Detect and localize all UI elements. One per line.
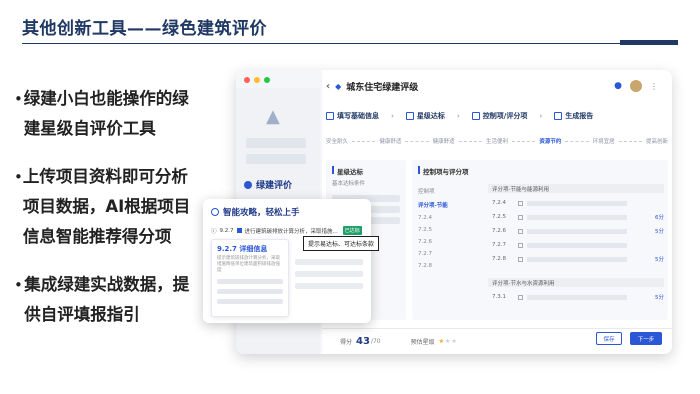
detail-card: 9.2.7 详细信息 提示建筑碳排放计算分析，采取措施降低单位建筑面积碳排放强度 <box>211 239 289 317</box>
title-underline <box>22 43 678 44</box>
step-tabs: 填写基础信息 › 星级达标 › 控制项/评分项 › 生成报告 <box>326 108 668 124</box>
category-progress: 安全耐久 健康舒适 健康舒适 生活便利 资源节约 环境宜居 提高创新 <box>326 139 668 145</box>
green-eval-icon <box>244 180 252 189</box>
topbar: ‹ ◆ 城东住宅绿建评级 <box>326 80 418 93</box>
window-controls <box>244 77 270 83</box>
bullet-item: • 绿建小白也能操作的绿建星级自评价工具 <box>14 89 189 138</box>
bullet-item: • 集成绿建实战数据，提供自评填报指引 <box>14 275 190 324</box>
smart-guide-popup: 智能攻略，轻松上手 ⓘ 9.2.7 进行建筑碳排放计算分析，采取措施... 已达… <box>203 199 380 323</box>
back-icon[interactable]: ‹ <box>326 81 330 92</box>
bullet-item: • 上传项目资料即可分析项目数据，AI根据项目信息智能推荐得分项 <box>14 167 191 246</box>
star-rating: ★★★ <box>439 338 458 345</box>
score-value: 43 <box>356 336 370 347</box>
title-accent-bar <box>620 40 678 45</box>
maximize-dot[interactable] <box>264 77 270 83</box>
close-dot[interactable] <box>244 77 250 83</box>
checklist-icon <box>471 112 480 120</box>
star-icon <box>405 112 414 120</box>
save-button[interactable]: 保存 <box>596 332 622 345</box>
form-icon <box>326 112 334 120</box>
control-score-panel: 控制项与评分项 控制项 评分项-节能 7.2.4 7.2.5 7.2.6 7.2… <box>412 160 668 320</box>
item-tree: 控制项 评分项-节能 7.2.4 7.2.5 7.2.6 7.2.7 7.2.8 <box>418 189 448 269</box>
status-badge: 已达标 <box>342 226 362 235</box>
minimize-dot[interactable] <box>254 77 260 83</box>
tab-control-score[interactable]: 控制项/评分项 <box>471 111 527 121</box>
app-logo: ▲ <box>266 106 280 127</box>
bullet-list: • 绿建小白也能操作的绿建星级自评价工具 • 上传项目资料即可分析项目数据，AI根据… <box>14 84 204 348</box>
info-icon: ⓘ <box>211 228 217 235</box>
avatar[interactable] <box>630 80 642 92</box>
hint-tooltip: 提示易达标、可达标条款 <box>303 236 380 251</box>
project-icon: ◆ <box>335 82 342 91</box>
tab-star-rating[interactable]: 星级达标 <box>405 111 445 121</box>
tab-report[interactable]: 生成报告 <box>554 111 593 121</box>
guide-item[interactable]: ⓘ 9.2.7 进行建筑碳排放计算分析，采取措施... 已达标 <box>211 226 362 235</box>
main-panel: ‹ ◆ 城东住宅绿建评级 ● ⋮ 填写基础信息 › 星级达标 › 控制项/评分项… <box>322 70 672 354</box>
star-icon: ★ <box>451 338 458 345</box>
table-row[interactable]: 7.2.8 5分 <box>492 254 664 264</box>
slide-title: 其他创新工具——绿色建筑评价 <box>22 19 267 39</box>
table-row[interactable]: 7.3.1 5分 <box>492 292 664 302</box>
table-row[interactable]: 7.2.5 6分 <box>492 212 664 222</box>
sidebar-item-green-eval[interactable]: 绿建评价 <box>244 178 292 191</box>
project-title: 城东住宅绿建评级 <box>346 83 419 93</box>
compass-icon <box>211 208 219 216</box>
table-row[interactable]: 7.2.6 5分 <box>492 226 664 236</box>
checkbox[interactable] <box>236 228 242 233</box>
table-row[interactable]: 7.2.7 <box>492 240 664 250</box>
more-icon[interactable]: ⋮ <box>650 82 658 91</box>
tab-basic-info[interactable]: 填写基础信息 <box>326 111 379 121</box>
table-row[interactable]: 7.2.4 <box>492 198 664 208</box>
report-icon <box>554 112 563 120</box>
next-button[interactable]: 下一步 <box>630 332 662 345</box>
bell-icon[interactable]: ● <box>614 81 622 91</box>
